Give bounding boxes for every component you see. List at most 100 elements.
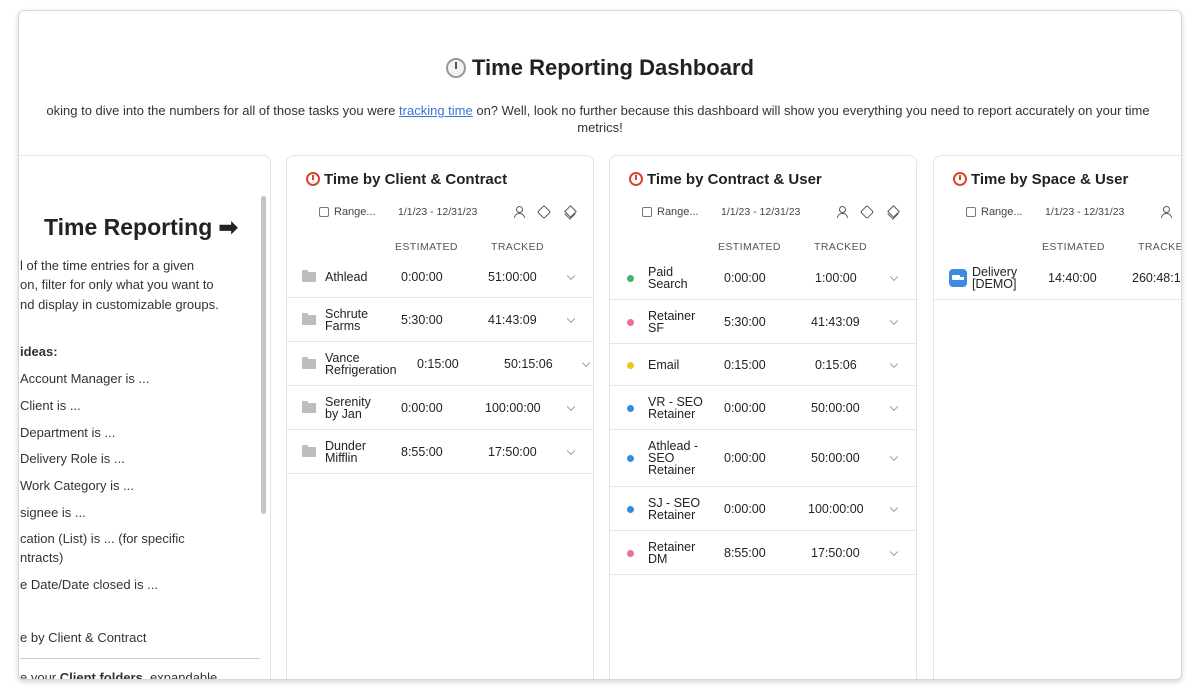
filter-row: Range... 1/1/23 - 12/31/23 — [319, 204, 577, 222]
tracked-value: 50:15:06 — [504, 356, 553, 371]
panel-time-by-contract-user: Time by Contract & User Range... 1/1/23 … — [609, 155, 917, 679]
tracked-value: 17:50:00 — [488, 444, 537, 459]
chevron-down-icon[interactable] — [889, 547, 899, 556]
chevron-down-icon[interactable] — [889, 316, 899, 325]
layers-icon[interactable] — [564, 206, 576, 218]
estimated-value: 8:55:00 — [401, 444, 443, 459]
chevron-down-icon[interactable] — [889, 452, 899, 462]
range-filter[interactable]: Range... — [334, 206, 376, 218]
page-title: Time Reporting Dashboard — [19, 55, 1181, 81]
date-range[interactable]: 1/1/23 - 12/31/23 — [398, 206, 477, 218]
status-dot-icon — [627, 404, 634, 412]
calendar-icon — [319, 207, 329, 217]
table-row[interactable]: Retainer DM 8:55:00 17:50:00 — [610, 531, 916, 575]
table-row[interactable]: Athlead 0:00:00 51:00:00 — [287, 256, 593, 298]
row-name: Paid Search — [648, 264, 688, 291]
panel-time-by-space-user: Time by Space & User Range... 1/1/23 - 1… — [933, 155, 1181, 679]
estimated-value: 0:00:00 — [724, 501, 766, 516]
tracked-value: 41:43:09 — [488, 312, 537, 327]
chevron-down-icon[interactable] — [581, 358, 591, 367]
alarm-clock-icon — [953, 172, 967, 186]
chevron-down-icon[interactable] — [889, 402, 899, 411]
col-tracked: TRACKED — [491, 241, 544, 253]
estimated-value: 0:15:00 — [724, 357, 766, 372]
tag-filter-icon[interactable] — [859, 204, 875, 220]
range-filter[interactable]: Range... — [657, 206, 699, 218]
truck-icon — [949, 268, 967, 287]
dashboard-window: Time Reporting Dashboard oking to dive i… — [18, 10, 1182, 680]
clock-icon — [446, 58, 467, 78]
table-row[interactable]: Serenity by Jan 0:00:00 100:00:00 — [287, 386, 593, 430]
row-name: Schrute Farms — [325, 306, 369, 333]
table-row[interactable]: Schrute Farms 5:30:00 41:43:09 — [287, 298, 593, 342]
user-filter-icon[interactable] — [1160, 206, 1172, 218]
folder-icon — [302, 400, 316, 413]
tracked-value: 50:00:00 — [811, 451, 860, 465]
chevron-down-icon[interactable] — [566, 271, 576, 280]
section-title: e by Client & Contract — [20, 630, 147, 645]
user-filter-icon[interactable] — [836, 206, 848, 218]
time-reporting-doc-panel: Time Reporting ➡ l of the time entries f… — [19, 155, 271, 679]
status-dot-icon — [627, 505, 634, 513]
tracking-time-link[interactable]: tracking time — [399, 103, 473, 118]
row-name: Athlead — [325, 269, 368, 284]
table-row[interactable]: Delivery [DEMO] 14:40:00 260:48:15 — [934, 256, 1181, 300]
rows: Paid Search 0:00:00 1:00:00 Retainer SF 5:30… — [610, 256, 916, 575]
folder-icon — [302, 444, 316, 457]
tracked-value: 17:50:00 — [811, 545, 860, 560]
status-dot-icon — [627, 361, 634, 369]
table-row[interactable]: Retainer SF 5:30:00 41:43:09 — [610, 300, 916, 344]
status-dot-icon — [627, 549, 634, 557]
scrollbar[interactable] — [261, 196, 266, 514]
table-row[interactable]: Athlead - SEO Retainer 0:00:00 50:00:00 — [610, 430, 916, 487]
table-row[interactable]: Paid Search 0:00:00 1:00:00 — [610, 256, 916, 300]
chevron-down-icon[interactable] — [889, 503, 899, 512]
tracked-value: 50:00:00 — [811, 400, 860, 415]
col-tracked: TRACKED — [814, 241, 867, 253]
layers-icon[interactable] — [887, 206, 899, 218]
row-name: SJ - SEO Retainer — [648, 495, 701, 522]
date-range[interactable]: 1/1/23 - 12/31/23 — [721, 206, 800, 218]
calendar-icon — [966, 207, 976, 217]
panel-title: Time by Client & Contract — [306, 171, 507, 188]
chevron-down-icon[interactable] — [566, 314, 576, 323]
date-range[interactable]: 1/1/23 - 12/31/23 — [1045, 206, 1124, 218]
panel-title: Time by Space & User — [953, 171, 1128, 188]
estimated-value: 5:30:00 — [401, 312, 443, 327]
table-row[interactable]: Email 0:15:00 0:15:06 — [610, 344, 916, 386]
intro-text-line2: metrics! — [577, 120, 623, 135]
estimated-value: 0:00:00 — [724, 270, 766, 285]
table-row[interactable]: VR - SEO Retainer 0:00:00 50:00:00 — [610, 386, 916, 430]
estimated-value: 14:40:00 — [1048, 270, 1097, 285]
estimated-value: 0:00:00 — [724, 400, 766, 415]
chevron-down-icon[interactable] — [889, 359, 899, 368]
col-estimated: ESTIMATED — [395, 241, 458, 253]
chevron-down-icon[interactable] — [889, 272, 899, 281]
panel-time-by-client-contract: Time by Client & Contract Range... 1/1/2… — [286, 155, 594, 679]
estimated-value: 0:00:00 — [401, 400, 443, 415]
divider — [20, 658, 260, 659]
filter-row: Range... 1/1/23 - 12/31/23 — [642, 204, 900, 222]
tracked-value: 100:00:00 — [485, 400, 541, 415]
row-name: Retainer DM — [648, 539, 696, 566]
estimated-value: 0:00:00 — [724, 451, 766, 465]
tracked-value: 260:48:15 — [1132, 270, 1181, 285]
chevron-down-icon[interactable] — [566, 402, 576, 411]
user-filter-icon[interactable] — [513, 206, 525, 218]
tag-filter-icon[interactable] — [536, 204, 552, 220]
row-name: Email — [648, 357, 680, 372]
estimated-value: 0:15:00 — [417, 356, 459, 371]
tracked-value: 1:00:00 — [815, 270, 857, 285]
row-name: Retainer SF — [648, 308, 696, 335]
chevron-down-icon[interactable] — [566, 446, 576, 455]
range-filter[interactable]: Range... — [981, 206, 1023, 218]
table-row[interactable]: Vance Refrigeration 0:15:00 50:15:06 — [287, 342, 593, 386]
folder-icon — [302, 312, 316, 325]
alarm-clock-icon — [629, 172, 643, 186]
table-row[interactable]: Dunder Mifflin 8:55:00 17:50:00 — [287, 430, 593, 474]
rows: Athlead 0:00:00 51:00:00 Schrute Farms 5:30:… — [287, 256, 593, 474]
filter-row: Range... 1/1/23 - 12/31/23 — [966, 206, 1176, 222]
table-row[interactable]: SJ - SEO Retainer 0:00:00 100:00:00 — [610, 487, 916, 531]
intro-text: oking to dive into the numbers for all o… — [46, 103, 1150, 118]
col-tracked: TRACKED — [1138, 241, 1181, 253]
